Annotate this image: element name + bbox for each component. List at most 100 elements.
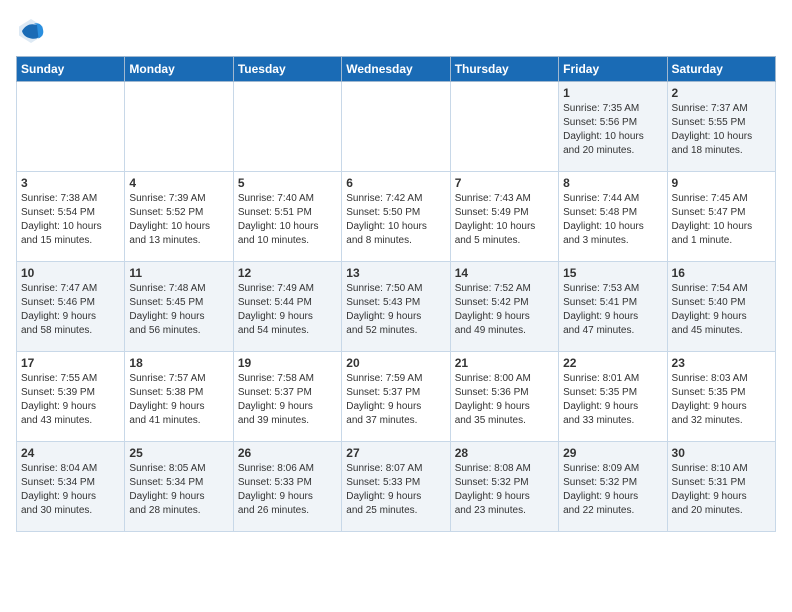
- day-info: Sunrise: 7:58 AM Sunset: 5:37 PM Dayligh…: [238, 372, 337, 428]
- day-info: Sunrise: 7:47 AM Sunset: 5:46 PM Dayligh…: [21, 282, 120, 338]
- calendar-week-row: 3 Sunrise: 7:38 AM Sunset: 5:54 PM Daylig…: [17, 172, 776, 262]
- calendar-header: SundayMondayTuesdayWednesdayThursdayFrid…: [17, 57, 776, 82]
- day-info: Sunrise: 7:39 AM Sunset: 5:52 PM Dayligh…: [129, 192, 228, 248]
- day-info: Sunrise: 8:08 AM Sunset: 5:32 PM Dayligh…: [455, 462, 554, 518]
- day-info: Sunrise: 8:04 AM Sunset: 5:34 PM Dayligh…: [21, 462, 120, 518]
- calendar-table: SundayMondayTuesdayWednesdayThursdayFrid…: [16, 56, 776, 532]
- calendar-cell: [342, 82, 450, 172]
- calendar-week-row: 10Sunrise: 7:47 AM Sunset: 5:46 PM Dayli…: [17, 262, 776, 352]
- weekday-header: Monday: [125, 57, 233, 82]
- header: [16, 16, 776, 46]
- day-info: Sunrise: 8:01 AM Sunset: 5:35 PM Dayligh…: [563, 372, 662, 428]
- day-info: Sunrise: 7:35 AM Sunset: 5:56 PM Dayligh…: [563, 102, 662, 158]
- calendar-cell: 30 Sunrise: 8:10 AM Sunset: 5:31 PM Dayli…: [667, 442, 775, 532]
- day-number: 3: [21, 176, 120, 190]
- day-number: 8: [563, 176, 662, 190]
- calendar-cell: 28Sunrise: 8:08 AM Sunset: 5:32 PM Dayli…: [450, 442, 558, 532]
- day-number: 22: [563, 356, 662, 370]
- calendar-cell: 20 Sunrise: 7:59 AM Sunset: 5:37 PM Dayli…: [342, 352, 450, 442]
- day-number: 19: [238, 356, 337, 370]
- calendar-week-row: 17 Sunrise: 7:55 AM Sunset: 5:39 PM Dayli…: [17, 352, 776, 442]
- day-number: 24: [21, 446, 120, 460]
- day-number: 9: [672, 176, 771, 190]
- calendar-week-row: 24 Sunrise: 8:04 AM Sunset: 5:34 PM Dayli…: [17, 442, 776, 532]
- day-info: Sunrise: 7:55 AM Sunset: 5:39 PM Dayligh…: [21, 372, 120, 428]
- weekday-header: Saturday: [667, 57, 775, 82]
- day-number: 2: [672, 86, 771, 100]
- day-number: 11: [129, 266, 228, 280]
- day-info: Sunrise: 7:57 AM Sunset: 5:38 PM Dayligh…: [129, 372, 228, 428]
- weekday-row: SundayMondayTuesdayWednesdayThursdayFrid…: [17, 57, 776, 82]
- calendar-cell: 27 Sunrise: 8:07 AM Sunset: 5:33 PM Dayli…: [342, 442, 450, 532]
- calendar-cell: 9 Sunrise: 7:45 AM Sunset: 5:47 PM Daylig…: [667, 172, 775, 262]
- calendar-cell: 13 Sunrise: 7:50 AM Sunset: 5:43 PM Dayli…: [342, 262, 450, 352]
- day-info: Sunrise: 7:59 AM Sunset: 5:37 PM Dayligh…: [346, 372, 445, 428]
- calendar-cell: 17 Sunrise: 7:55 AM Sunset: 5:39 PM Dayli…: [17, 352, 125, 442]
- weekday-header: Sunday: [17, 57, 125, 82]
- day-info: Sunrise: 7:43 AM Sunset: 5:49 PM Dayligh…: [455, 192, 554, 248]
- day-info: Sunrise: 8:09 AM Sunset: 5:32 PM Dayligh…: [563, 462, 662, 518]
- calendar-cell: 3 Sunrise: 7:38 AM Sunset: 5:54 PM Daylig…: [17, 172, 125, 262]
- weekday-header: Thursday: [450, 57, 558, 82]
- day-number: 27: [346, 446, 445, 460]
- day-number: 13: [346, 266, 445, 280]
- page: SundayMondayTuesdayWednesdayThursdayFrid…: [0, 0, 792, 544]
- day-number: 7: [455, 176, 554, 190]
- day-number: 4: [129, 176, 228, 190]
- day-number: 15: [563, 266, 662, 280]
- day-info: Sunrise: 8:00 AM Sunset: 5:36 PM Dayligh…: [455, 372, 554, 428]
- day-info: Sunrise: 7:49 AM Sunset: 5:44 PM Dayligh…: [238, 282, 337, 338]
- calendar-cell: 7 Sunrise: 7:43 AM Sunset: 5:49 PM Daylig…: [450, 172, 558, 262]
- calendar-cell: 15 Sunrise: 7:53 AM Sunset: 5:41 PM Dayli…: [559, 262, 667, 352]
- day-number: 29: [563, 446, 662, 460]
- day-number: 30: [672, 446, 771, 460]
- calendar-cell: 29 Sunrise: 8:09 AM Sunset: 5:32 PM Dayli…: [559, 442, 667, 532]
- day-number: 23: [672, 356, 771, 370]
- calendar-cell: 24 Sunrise: 8:04 AM Sunset: 5:34 PM Dayli…: [17, 442, 125, 532]
- day-number: 18: [129, 356, 228, 370]
- calendar-cell: 8 Sunrise: 7:44 AM Sunset: 5:48 PM Daylig…: [559, 172, 667, 262]
- calendar-week-row: 1Sunrise: 7:35 AM Sunset: 5:56 PM Daylig…: [17, 82, 776, 172]
- calendar-cell: 18 Sunrise: 7:57 AM Sunset: 5:38 PM Dayli…: [125, 352, 233, 442]
- day-info: Sunrise: 7:45 AM Sunset: 5:47 PM Dayligh…: [672, 192, 771, 248]
- calendar-cell: 16Sunrise: 7:54 AM Sunset: 5:40 PM Dayli…: [667, 262, 775, 352]
- calendar-cell: 4 Sunrise: 7:39 AM Sunset: 5:52 PM Daylig…: [125, 172, 233, 262]
- logo: [16, 16, 50, 46]
- weekday-header: Tuesday: [233, 57, 341, 82]
- calendar-cell: 14 Sunrise: 7:52 AM Sunset: 5:42 PM Dayli…: [450, 262, 558, 352]
- day-info: Sunrise: 7:50 AM Sunset: 5:43 PM Dayligh…: [346, 282, 445, 338]
- calendar-cell: 12 Sunrise: 7:49 AM Sunset: 5:44 PM Dayli…: [233, 262, 341, 352]
- calendar-cell: 19 Sunrise: 7:58 AM Sunset: 5:37 PM Dayli…: [233, 352, 341, 442]
- day-info: Sunrise: 8:07 AM Sunset: 5:33 PM Dayligh…: [346, 462, 445, 518]
- calendar-cell: [125, 82, 233, 172]
- calendar-cell: 10Sunrise: 7:47 AM Sunset: 5:46 PM Dayli…: [17, 262, 125, 352]
- day-info: Sunrise: 7:44 AM Sunset: 5:48 PM Dayligh…: [563, 192, 662, 248]
- calendar-cell: [17, 82, 125, 172]
- calendar-cell: 26Sunrise: 8:06 AM Sunset: 5:33 PM Dayli…: [233, 442, 341, 532]
- day-info: Sunrise: 7:38 AM Sunset: 5:54 PM Dayligh…: [21, 192, 120, 248]
- weekday-header: Friday: [559, 57, 667, 82]
- day-info: Sunrise: 7:40 AM Sunset: 5:51 PM Dayligh…: [238, 192, 337, 248]
- day-info: Sunrise: 7:52 AM Sunset: 5:42 PM Dayligh…: [455, 282, 554, 338]
- calendar-cell: 11Sunrise: 7:48 AM Sunset: 5:45 PM Dayli…: [125, 262, 233, 352]
- day-number: 14: [455, 266, 554, 280]
- weekday-header: Wednesday: [342, 57, 450, 82]
- calendar-body: 1Sunrise: 7:35 AM Sunset: 5:56 PM Daylig…: [17, 82, 776, 532]
- day-number: 16: [672, 266, 771, 280]
- day-info: Sunrise: 7:37 AM Sunset: 5:55 PM Dayligh…: [672, 102, 771, 158]
- calendar-cell: [233, 82, 341, 172]
- calendar-cell: 25Sunrise: 8:05 AM Sunset: 5:34 PM Dayli…: [125, 442, 233, 532]
- day-info: Sunrise: 8:05 AM Sunset: 5:34 PM Dayligh…: [129, 462, 228, 518]
- day-number: 20: [346, 356, 445, 370]
- logo-icon: [16, 16, 46, 46]
- day-number: 26: [238, 446, 337, 460]
- day-number: 17: [21, 356, 120, 370]
- day-number: 21: [455, 356, 554, 370]
- day-number: 12: [238, 266, 337, 280]
- calendar-cell: 1Sunrise: 7:35 AM Sunset: 5:56 PM Daylig…: [559, 82, 667, 172]
- calendar-cell: 21 Sunrise: 8:00 AM Sunset: 5:36 PM Dayli…: [450, 352, 558, 442]
- calendar-cell: 5Sunrise: 7:40 AM Sunset: 5:51 PM Daylig…: [233, 172, 341, 262]
- day-info: Sunrise: 7:53 AM Sunset: 5:41 PM Dayligh…: [563, 282, 662, 338]
- calendar-cell: 22 Sunrise: 8:01 AM Sunset: 5:35 PM Dayli…: [559, 352, 667, 442]
- day-info: Sunrise: 8:10 AM Sunset: 5:31 PM Dayligh…: [672, 462, 771, 518]
